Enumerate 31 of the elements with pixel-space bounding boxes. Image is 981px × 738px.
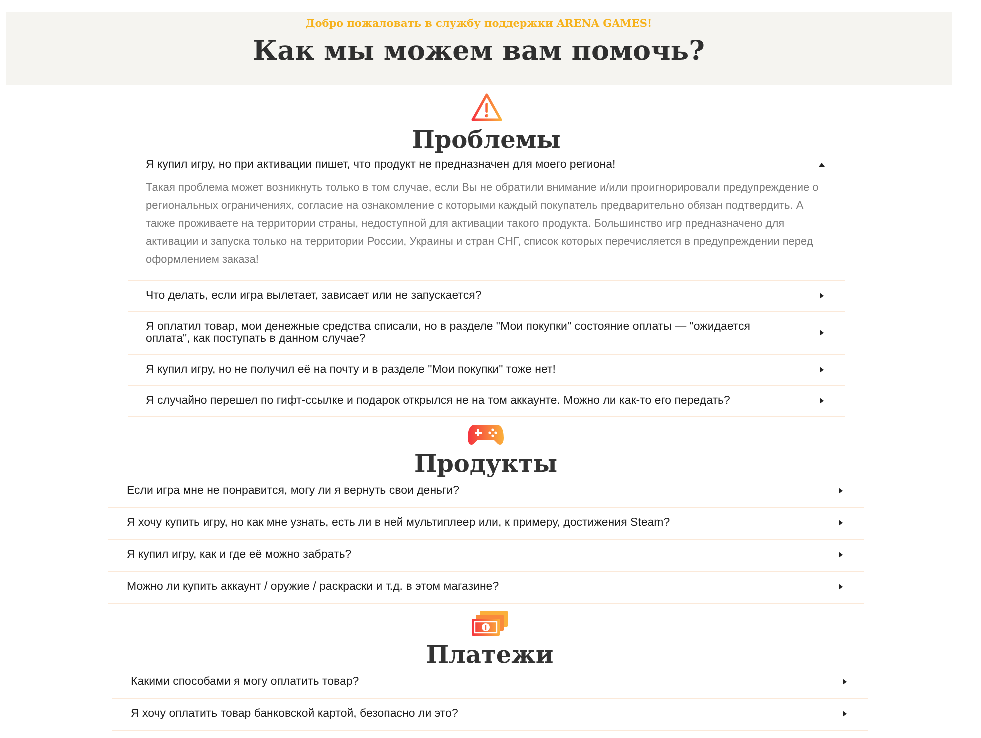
caret-icon xyxy=(819,293,825,299)
caret-icon xyxy=(838,584,844,590)
money-icon xyxy=(470,610,510,638)
faq-question[interactable]: Я купил игру, но не получил её на почту и в разделе "Мои покупки" тоже нет! xyxy=(146,364,825,376)
section-title: Платежи xyxy=(426,640,554,670)
caret-icon xyxy=(838,488,844,494)
caret-icon xyxy=(842,679,848,685)
caret-icon xyxy=(819,330,825,336)
faq-question[interactable]: Я купил игру, но при активации пишет, что продукт не предназначен для моего региона! xyxy=(146,159,825,171)
gamepad-icon xyxy=(467,423,505,447)
caret-icon xyxy=(838,552,844,558)
warning-icon xyxy=(470,93,502,123)
caret-icon xyxy=(819,398,825,404)
faq-question[interactable]: Что делать, если игра вылетает, зависает или не запускается? xyxy=(146,290,825,302)
faq-question[interactable]: Я оплатил товар, мои денежные средства списали, но в разделе "Мои покупки" состояние оплаты — "ожидается оплата", как поступать в данном случае? xyxy=(146,321,825,345)
faq-question[interactable]: Если игра мне не понравится, могу ли я вернуть свои деньги? xyxy=(127,485,844,497)
faq-question[interactable]: Я случайно перешел по гифт-ссылке и подарок открылся не на том аккаунте. Можно ли как-то его передать? xyxy=(146,395,825,407)
faq-answer: Такая проблема может возникнуть только в том случае, если Вы не обратили внимание и/или проигнорировали предупреждение о региональных ограничениях, согласие на ознакомление с которыми каждый покупатель предварительно обязан подтвердить. А также проживаете на территории страны, недоступной для активации такого продукта. Большинство игр предназначено для активации и запуска только на территории России, Украины и стран СНГ, список которых перечисляется в предупреждении перед оформлением заказа! xyxy=(146,181,820,268)
page-title: Как мы можем вам помочь? xyxy=(253,36,705,67)
caret-icon xyxy=(819,367,825,373)
faq-question[interactable]: Я хочу оплатить товар банковской картой, безопасно ли это? xyxy=(131,708,848,720)
welcome-text: Добро пожаловать в службу поддержки ARENA GAMES! xyxy=(306,18,652,30)
faq-question[interactable]: Можно ли купить аккаунт / оружие / раскраски и т.д. в этом магазине? xyxy=(127,581,844,593)
section-title: Проблемы xyxy=(412,125,561,155)
faq-question[interactable]: Я хочу купить игру, но как мне узнать, есть ли в ней мультиплеер или, к примеру, достижения Steam? xyxy=(127,517,844,529)
section-title: Продукты xyxy=(414,449,558,479)
caret-icon xyxy=(838,520,844,526)
caret-icon xyxy=(842,711,848,717)
caret-icon xyxy=(819,162,825,168)
faq-question[interactable]: Я купил игру, как и где её можно забрать? xyxy=(127,549,844,561)
faq-question[interactable]: Какими способами я могу оплатить товар? xyxy=(131,676,848,688)
